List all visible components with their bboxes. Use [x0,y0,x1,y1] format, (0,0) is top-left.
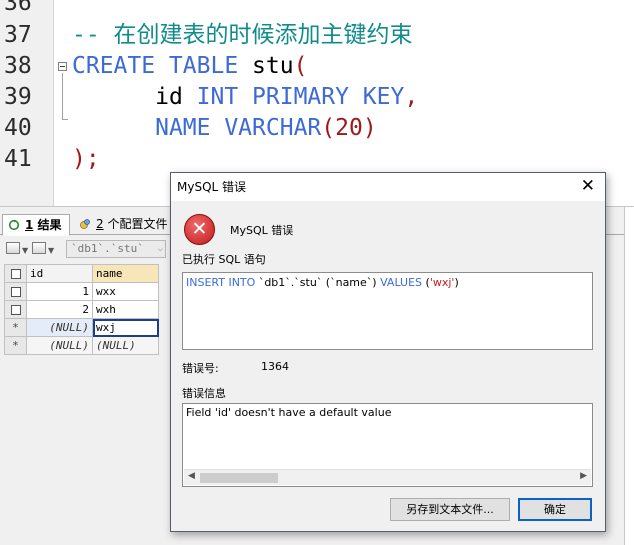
cell-name[interactable]: (NULL) [92,336,159,355]
executed-sql-box[interactable]: INSERT INTO `db1`.`stu` (`name`) VALUES … [182,272,593,350]
cell-name[interactable]: wxx [92,282,159,301]
select-all-checkbox[interactable] [4,264,27,283]
column-header-name[interactable]: name [92,264,159,283]
table-row-new[interactable]: * (NULL) (NULL) [4,336,159,355]
profile-icon [80,219,90,229]
mysql-error-dialog: MySQL 错误 ✕ ✕ MySQL 错误 已执行 SQL 语句 INSERT … [170,172,606,532]
cell-id[interactable]: (NULL) [26,336,93,355]
fold-guide-end [62,119,68,120]
sql-paren: ( [293,53,308,79]
sql-keyword: INT PRIMARY KEY [182,84,405,110]
error-message: Field 'id' doesn't have a default value [186,406,392,419]
cell-id[interactable]: 1 [26,282,93,301]
save-to-file-button[interactable]: 另存到文本文件... [390,498,510,521]
export-icon[interactable] [32,242,46,254]
grid-view-icon[interactable] [6,242,20,254]
dialog-title: MySQL 错误 [177,180,247,194]
chevron-left-icon[interactable]: ◀ [188,471,195,481]
sql-identifier: `db1`.`stu` [255,276,326,289]
errno-label: 错误号: [182,362,219,375]
table-row[interactable]: 1 wxx [4,282,159,301]
sql-paren: ) [362,115,377,141]
chevron-down-icon[interactable]: ▼ [22,246,28,255]
sql-keyword: VALUES [380,276,423,289]
checkbox-icon [10,269,21,279]
scrollbar-thumb[interactable] [200,473,278,483]
code-line-41: ); [72,144,100,175]
chevron-down-icon: ⌵ [157,244,163,254]
sql-paren: ) [454,276,459,289]
code-line-37: -- 在创建表的时候添加主键约束 [72,20,413,51]
sql-keyword: NAME VARCHAR [155,115,322,141]
code-line-38: CREATE TABLE stu( [72,51,307,82]
results-grid: id name 1 wxx 2 wxh * (NULL) wxj * (NULL… [4,264,159,355]
code-line-40: NAME VARCHAR(20) [72,113,377,144]
tab-results[interactable]: 1 结果 [2,214,70,236]
refresh-icon [8,219,20,231]
table-selector-value: `db1`.`stu` [71,242,144,255]
errno-value: 1364 [261,360,289,373]
line-number: 36 [4,0,32,16]
cell-name[interactable]: wxh [92,300,159,319]
results-right-edge [624,207,634,545]
cell-id[interactable]: 2 [26,300,93,319]
column-header-id[interactable]: id [26,264,93,283]
fold-guide [62,73,63,119]
sql-paren: ) [372,276,381,289]
chevron-right-icon[interactable]: ▶ [580,471,587,481]
sql-punct: ); [72,146,100,172]
sql-keyword: CREATE TABLE [72,53,239,79]
line-number: 39 [4,84,32,110]
line-number: 37 [4,22,32,48]
fold-toggle-icon[interactable] [58,62,67,71]
row-checkbox[interactable] [4,300,27,319]
grid-header-row: id name [4,264,159,283]
dialog-titlebar[interactable]: MySQL 错误 [171,173,605,201]
table-row-editing[interactable]: * (NULL) wxj [4,318,159,337]
row-marker: * [4,336,27,355]
sql-identifier: id [155,84,183,110]
ok-button[interactable]: 确定 [518,498,592,521]
chevron-down-icon[interactable]: ▼ [48,246,54,255]
code-line-39: id INT PRIMARY KEY, [72,82,418,113]
sql-punct: , [404,84,419,110]
sql-keyword: INSERT INTO [186,276,256,289]
checkbox-icon [10,305,21,315]
horizontal-scrollbar[interactable]: ◀ ▶ [184,469,591,485]
tab-results-label: 结果 [33,218,62,232]
sql-label: 已执行 SQL 语句 [182,253,266,266]
error-message-box[interactable]: Field 'id' doesn't have a default value … [182,403,593,487]
sql-paren: ( [422,276,430,289]
row-checkbox[interactable] [4,282,27,301]
close-icon[interactable]: ✕ [581,177,595,195]
sql-string: 'wxj' [429,276,455,289]
line-number: 38 [4,53,32,79]
new-row-marker: * [12,339,19,352]
tab-profiles[interactable]: 2 个配置文件 [74,214,174,236]
cell-id[interactable]: (NULL) [26,318,93,337]
row-marker: * [4,318,27,337]
table-row[interactable]: 2 wxh [4,300,159,319]
sql-number: 20 [335,115,363,141]
line-number: 41 [4,146,32,172]
new-row-marker: * [12,321,19,334]
sql-comment: -- 在创建表的时候添加主键约束 [72,22,413,48]
cell-name-active[interactable]: wxj [92,318,159,337]
error-heading: MySQL 错误 [230,224,294,237]
table-selector[interactable]: `db1`.`stu` ⌵ [66,240,166,258]
sql-identifier: stu [238,53,294,79]
line-number: 40 [4,115,32,141]
tab-profiles-label: 个配置文件 [103,217,168,231]
checkbox-icon [10,287,21,297]
sql-identifier: `name` [330,276,373,289]
sql-paren: ( [321,115,336,141]
tab-profiles-number: 2 [96,217,104,231]
error-icon: ✕ [184,214,215,245]
message-label: 错误信息 [182,387,226,400]
